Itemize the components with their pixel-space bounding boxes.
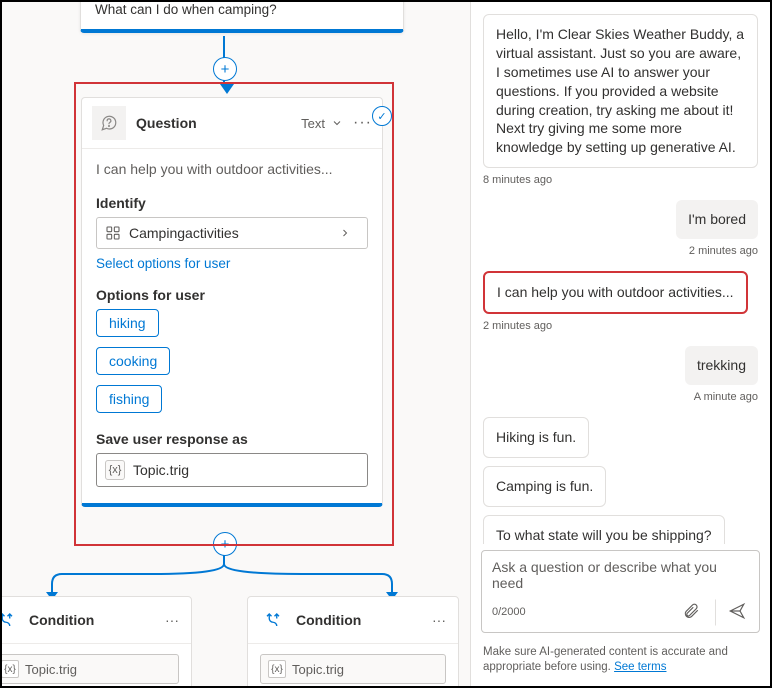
char-counter: 0/2000 [492, 606, 526, 618]
question-icon [92, 106, 126, 140]
variable-icon: {x} [105, 460, 125, 480]
node-header: Question Text ··· [82, 98, 382, 149]
branch-connector [2, 552, 462, 602]
more-menu-button[interactable]: ··· [165, 612, 179, 628]
identify-picker[interactable]: Campingactivities [96, 217, 368, 249]
variable-name: Topic.trig [133, 462, 189, 478]
app-root: What activities can I do outdoors? What … [0, 0, 772, 688]
option-list: hiking cooking fishing [96, 309, 368, 413]
add-node-button[interactable]: + [213, 57, 237, 81]
timestamp: 2 minutes ago [483, 320, 552, 332]
bot-message-highlighted: I can help you with outdoor activities..… [483, 271, 748, 314]
branch-icon [0, 607, 19, 633]
timestamp: A minute ago [694, 391, 758, 403]
variable-picker[interactable]: {x} Topic.trig [96, 453, 368, 487]
bot-message: To what state will you be shipping? [483, 515, 725, 544]
send-button[interactable] [715, 599, 749, 626]
user-message: I'm bored [676, 200, 758, 239]
identify-label: Identify [96, 195, 368, 211]
bot-message: Hello, I'm Clear Skies Weather Buddy, a … [483, 14, 758, 168]
add-node-button[interactable]: + [213, 532, 237, 556]
options-label: Options for user [96, 287, 368, 303]
node-body: I can help you with outdoor activities..… [82, 149, 382, 503]
more-menu-button[interactable]: ··· [353, 114, 372, 132]
condition-title: Condition [29, 612, 165, 628]
identify-value: Campingactivities [129, 225, 339, 241]
trigger-phrase: What can I do when camping? [95, 2, 389, 17]
node-title: Question [136, 115, 301, 131]
condition-variable[interactable]: {x}Topic.trig [260, 654, 446, 684]
option-chip[interactable]: fishing [96, 385, 162, 413]
save-response-label: Save user response as [96, 431, 368, 447]
chat-input-placeholder: Ask a question or describe what you need [492, 559, 749, 593]
ai-disclaimer: Make sure AI-generated content is accura… [479, 639, 762, 686]
entity-icon [105, 225, 121, 241]
branch-icon [260, 607, 286, 633]
test-chat-panel: Hello, I'm Clear Skies Weather Buddy, a … [470, 2, 770, 686]
attach-button[interactable] [679, 599, 703, 626]
bot-message: Camping is fun. [483, 466, 606, 507]
option-chip[interactable]: cooking [96, 347, 170, 375]
trigger-node[interactable]: What activities can I do outdoors? What … [80, 0, 404, 33]
see-terms-link[interactable]: See terms [614, 661, 666, 673]
chevron-down-icon[interactable] [331, 117, 343, 129]
question-message[interactable]: I can help you with outdoor activities..… [96, 161, 368, 177]
authoring-canvas[interactable]: What activities can I do outdoors? What … [2, 2, 466, 686]
user-message: trekking [685, 346, 758, 385]
arrow-icon [220, 84, 234, 94]
option-chip[interactable]: hiking [96, 309, 159, 337]
timestamp: 2 minutes ago [689, 245, 758, 257]
validation-check-icon: ✓ [372, 106, 392, 126]
more-menu-button[interactable]: ··· [432, 612, 446, 628]
chat-transcript[interactable]: Hello, I'm Clear Skies Weather Buddy, a … [479, 2, 762, 544]
condition-node[interactable]: Condition ··· {x}Topic.trig [247, 596, 459, 688]
condition-variable[interactable]: {x}Topic.trig [0, 654, 179, 684]
question-node[interactable]: Question Text ··· I can help you with ou… [81, 97, 383, 507]
response-type-label[interactable]: Text [301, 116, 325, 131]
chat-input[interactable]: Ask a question or describe what you need… [481, 550, 760, 633]
condition-node[interactable]: Condition ··· {x}Topic.trig [0, 596, 192, 688]
chevron-right-icon [339, 227, 351, 239]
bot-message: Hiking is fun. [483, 417, 589, 458]
timestamp: 8 minutes ago [483, 174, 552, 186]
condition-title: Condition [296, 612, 432, 628]
select-options-link[interactable]: Select options for user [96, 256, 230, 271]
